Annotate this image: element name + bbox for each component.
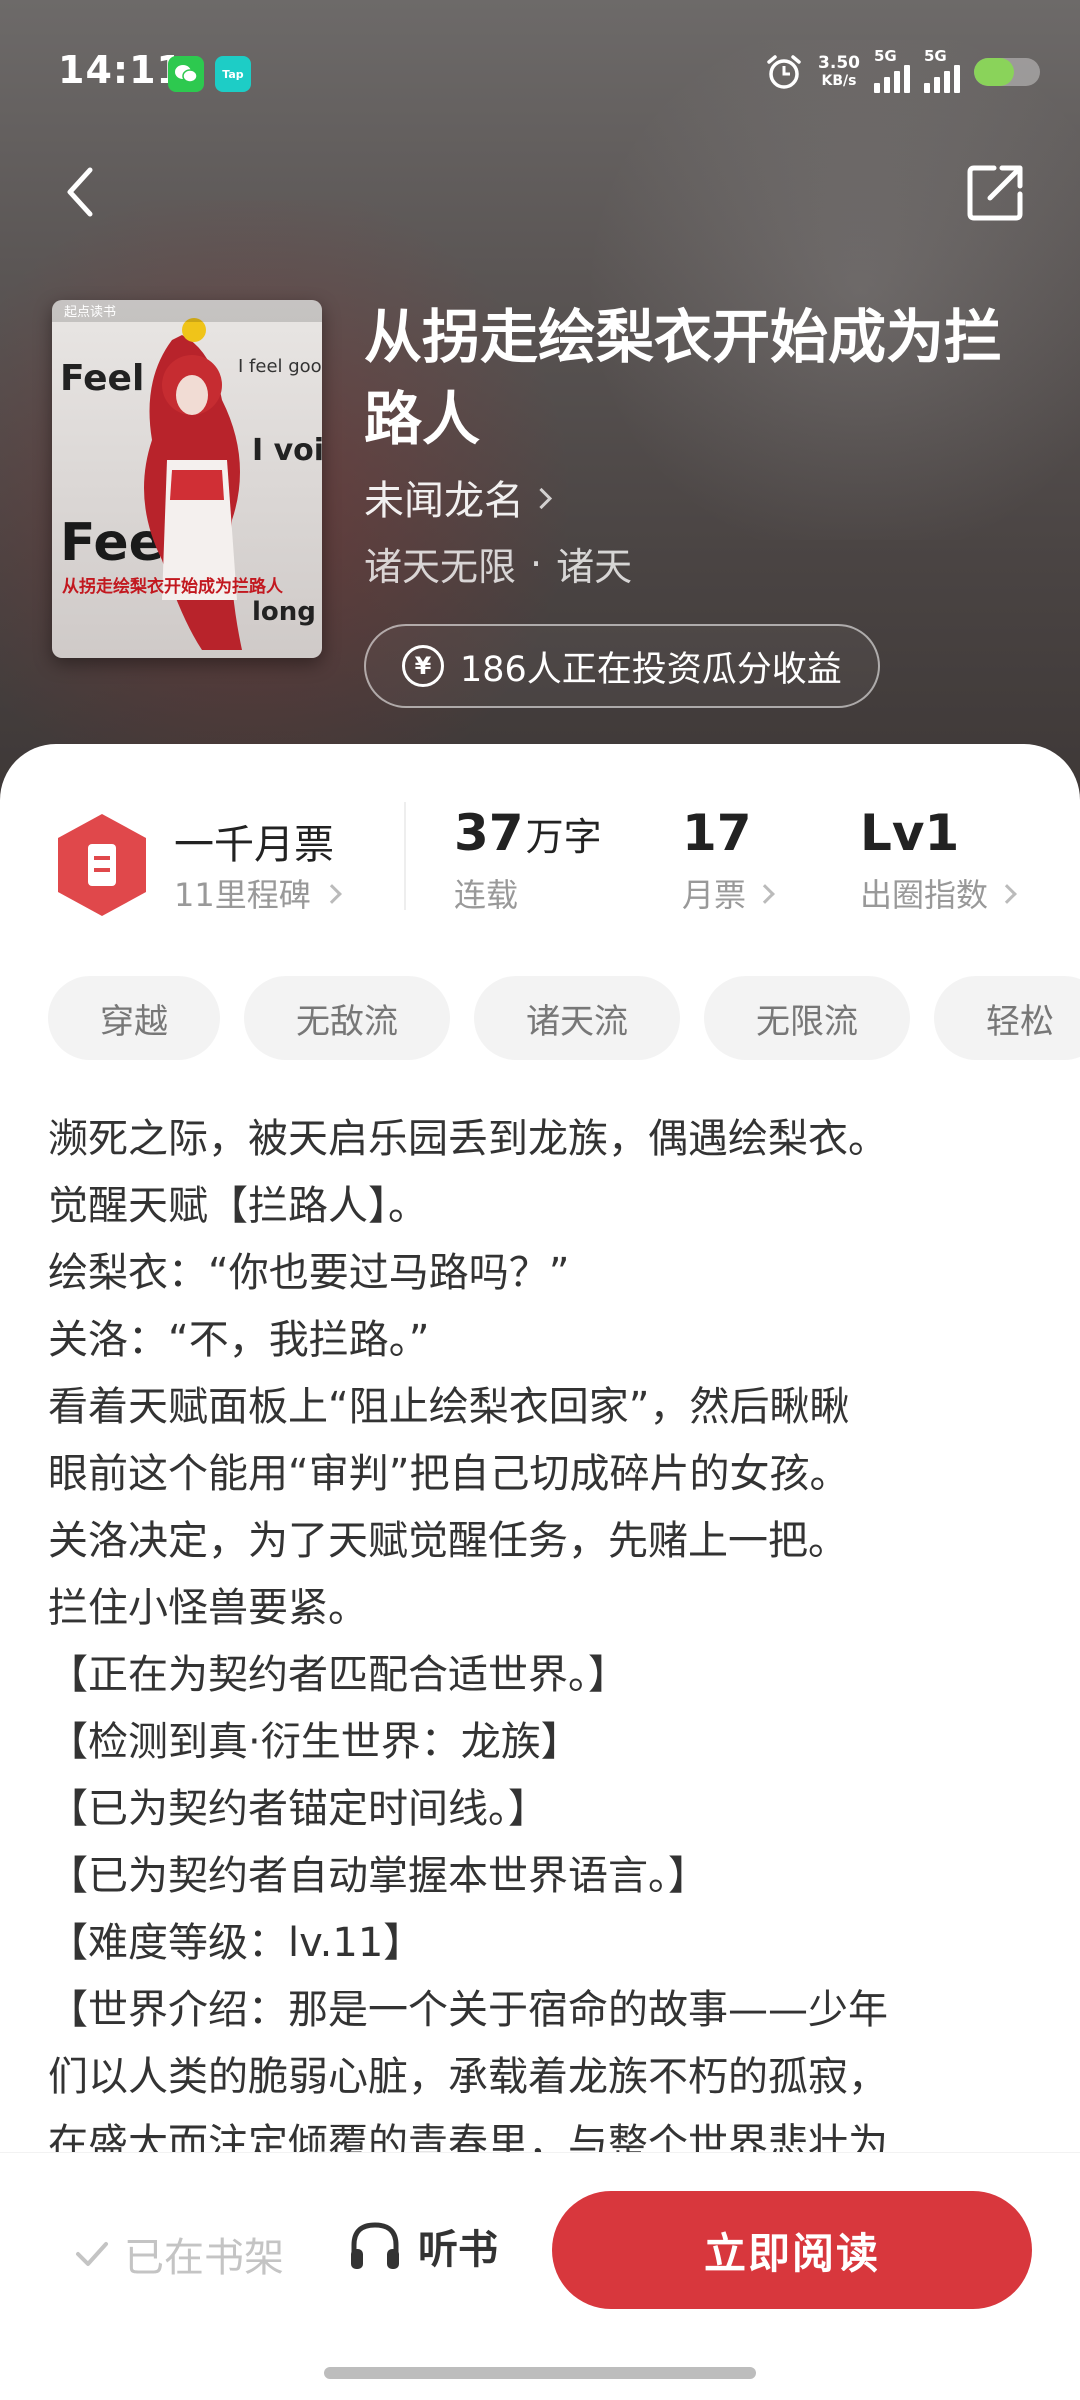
invest-text: 186人正在投资瓜分收益: [460, 649, 842, 690]
invest-button[interactable]: ¥ 186人正在投资瓜分收益: [364, 624, 880, 708]
chevron-right-icon: [321, 884, 342, 904]
popularity-stat[interactable]: Lv1 出圈指数: [860, 804, 1017, 916]
description-line: 眼前这个能用“审判”把自己切成碎片的女孩。: [48, 1451, 850, 1497]
milestone-link[interactable]: 11里程碑: [174, 870, 342, 916]
check-icon: [76, 2242, 108, 2266]
genre-separator: ·: [530, 541, 543, 586]
description-line: 【检测到真·衍生世界：龙族】: [48, 1719, 581, 1765]
svg-text:起点读书: 起点读书: [64, 305, 116, 320]
tag-chip[interactable]: 诸天流: [474, 976, 680, 1060]
battery-icon: [974, 58, 1040, 86]
author-link[interactable]: 未闻龙名: [364, 468, 553, 526]
tag-chip[interactable]: 轻松: [934, 976, 1080, 1060]
description-line: 【世界介绍：那是一个关于宿命的故事——少年: [48, 1987, 888, 2033]
share-icon: [967, 165, 1023, 221]
tag-chip[interactable]: 无限流: [704, 976, 910, 1060]
genre-secondary[interactable]: 诸天: [556, 536, 632, 591]
milestone-title: 一千月票: [174, 822, 334, 868]
svg-text:long: long: [252, 597, 316, 627]
description-line: 【已为契约者锚定时间线。】: [48, 1786, 548, 1832]
description-line: 绘梨衣：“你也要过马路吗？”: [48, 1250, 570, 1296]
in-bookshelf-label: 已在书架: [124, 2235, 284, 2281]
description-line: 觉醒天赋【拦路人】。: [48, 1183, 428, 1229]
share-button[interactable]: [964, 160, 1028, 224]
yen-icon: ¥: [402, 645, 444, 687]
in-bookshelf-button[interactable]: 已在书架: [74, 2225, 284, 2283]
genre-primary[interactable]: 诸天无限: [364, 536, 516, 591]
word-count-value: 37: [454, 804, 524, 862]
serial-status: 连载: [454, 876, 519, 914]
headphones-icon: [351, 2222, 399, 2269]
chevron-right-icon: [755, 884, 775, 904]
svg-text:I feel good: I feel good: [238, 356, 322, 377]
tag-list: 穿越 无敌流 诸天流 无限流 轻松 热血: [48, 976, 1080, 1060]
tag-chip[interactable]: 无敌流: [244, 976, 450, 1060]
status-time: 14:11: [58, 48, 184, 92]
net-speed: 3.50 KB/s: [818, 53, 860, 89]
tag-chip[interactable]: 穿越: [48, 976, 220, 1060]
svg-text:I voi: I voi: [252, 433, 322, 468]
description-line: 【正在为契约者匹配合适世界。】: [48, 1652, 628, 1698]
home-indicator[interactable]: [324, 2367, 756, 2379]
chevron-right-icon: [530, 487, 553, 509]
description-line: 们以人类的脆弱心脏，承载着龙族不朽的孤寂，: [48, 2054, 888, 2100]
book-cover[interactable]: Feel me Feel I feel good I voi long 从拐走绘…: [52, 300, 322, 658]
bottom-action-bar: 已在书架 听书 立即阅读: [0, 2152, 1080, 2400]
description-line: 【难度等级：lv.11】: [48, 1920, 424, 1966]
status-bar: 14:11 Tap 3.50 KB/s 5G 5G: [0, 0, 1080, 140]
listen-label: 听书: [418, 2227, 498, 2273]
author-name: 未闻龙名: [364, 478, 524, 524]
chevron-left-icon: [67, 167, 93, 217]
book-description[interactable]: 濒死之际，被天启乐园丢到龙族，偶遇绘梨衣。 觉醒天赋【拦路人】。 绘梨衣：“你也…: [48, 1106, 1048, 2178]
word-count-stat: 37 万字 连载: [454, 804, 602, 916]
description-line: 拦住小怪兽要紧。: [48, 1585, 368, 1631]
listen-button[interactable]: 听书: [346, 2217, 498, 2275]
svg-text:从拐走绘梨衣开始成为拦路人: 从拐走绘梨衣开始成为拦路人: [62, 576, 284, 597]
popularity-level: Lv1: [860, 804, 960, 862]
description-line: 濒死之际，被天启乐园丢到龙族，偶遇绘梨衣。: [48, 1116, 888, 1162]
signal-5g-2: 5G: [924, 47, 960, 93]
status-icons: 3.50 KB/s 5G 5G: [764, 47, 1040, 94]
description-line: 【已为契约者自动掌握本世界语言。】: [48, 1853, 708, 1899]
signal-5g-1: 5G: [874, 47, 910, 93]
battery-level: [974, 58, 1014, 86]
milestone-sub: 11里程碑: [174, 876, 311, 914]
description-line: 关洛：“不，我拦路。”: [48, 1317, 430, 1363]
alarm-icon: [767, 55, 801, 89]
popularity-label: 出圈指数: [860, 876, 989, 914]
back-button[interactable]: [54, 160, 104, 224]
monthly-ticket-value: 17: [682, 804, 752, 862]
chevron-right-icon: [997, 884, 1017, 904]
monthly-ticket-stat[interactable]: 17 月票: [682, 804, 775, 916]
milestone-badge-icon[interactable]: [52, 810, 152, 920]
stat-divider: [404, 802, 406, 910]
description-line: 看着天赋面板上“阻止绘梨衣回家”，然后瞅瞅: [48, 1384, 850, 1430]
description-line: 关洛决定，为了天赋觉醒任务，先赌上一把。: [48, 1518, 848, 1564]
read-now-button[interactable]: 立即阅读: [552, 2191, 1032, 2309]
word-count-unit: 万字: [525, 815, 602, 859]
book-title: 从拐走绘梨衣开始成为拦路人: [364, 303, 1003, 453]
wechat-icon: [168, 56, 204, 92]
taptap-icon: Tap: [215, 56, 251, 92]
monthly-ticket-label: 月票: [682, 876, 747, 914]
genre-row: 诸天无限 · 诸天: [364, 536, 632, 591]
